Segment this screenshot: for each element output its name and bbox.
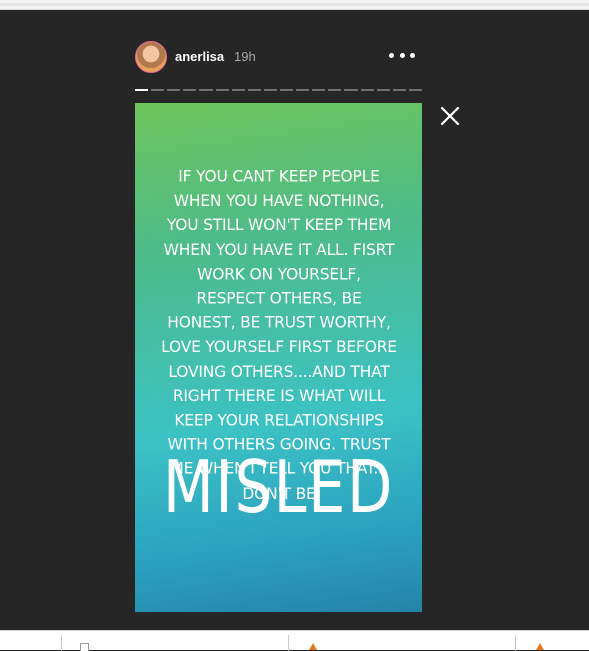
story-content[interactable]: If you cant keep people when you have no… bbox=[135, 103, 422, 612]
progress-segment bbox=[392, 89, 406, 91]
progress-segment bbox=[360, 89, 374, 91]
story-header: anerlisa 19h bbox=[135, 41, 422, 73]
progress-segment bbox=[167, 89, 181, 91]
progress-segment bbox=[296, 89, 310, 91]
progress-segment bbox=[263, 89, 277, 91]
browser-chrome-strip bbox=[0, 0, 589, 10]
progress-segment bbox=[344, 89, 358, 91]
story-highlight-word: MISLED bbox=[162, 445, 395, 529]
taskbar-separator bbox=[288, 635, 289, 651]
username[interactable]: anerlisa bbox=[175, 49, 224, 64]
warning-icon[interactable] bbox=[536, 643, 544, 650]
progress-segment bbox=[151, 89, 165, 91]
progress-segment bbox=[279, 89, 294, 91]
avatar[interactable] bbox=[135, 41, 167, 73]
story-progress-bar bbox=[135, 89, 422, 91]
ellipsis-icon bbox=[389, 52, 394, 58]
progress-segment bbox=[199, 89, 213, 91]
ellipsis-icon bbox=[410, 52, 415, 58]
ellipsis-icon bbox=[399, 52, 405, 58]
close-button[interactable] bbox=[439, 105, 461, 127]
progress-segment bbox=[376, 89, 390, 91]
chrome-strip-line bbox=[0, 3, 589, 6]
timestamp: 19h bbox=[234, 49, 256, 64]
taskbar-separator bbox=[515, 635, 516, 651]
story-viewer: anerlisa 19h If you cant keep people whe… bbox=[0, 10, 589, 630]
more-options-button[interactable] bbox=[389, 45, 415, 65]
warning-icon[interactable] bbox=[309, 643, 317, 650]
progress-segment bbox=[231, 89, 245, 91]
progress-segment bbox=[247, 89, 261, 91]
progress-segment bbox=[183, 89, 197, 91]
close-icon bbox=[440, 106, 460, 126]
progress-segment bbox=[135, 89, 149, 91]
progress-segment bbox=[328, 89, 342, 91]
progress-segment bbox=[215, 89, 229, 91]
progress-segment bbox=[312, 89, 326, 91]
progress-segment bbox=[408, 89, 422, 91]
taskbar bbox=[0, 630, 589, 651]
taskbar-separator bbox=[61, 635, 62, 651]
